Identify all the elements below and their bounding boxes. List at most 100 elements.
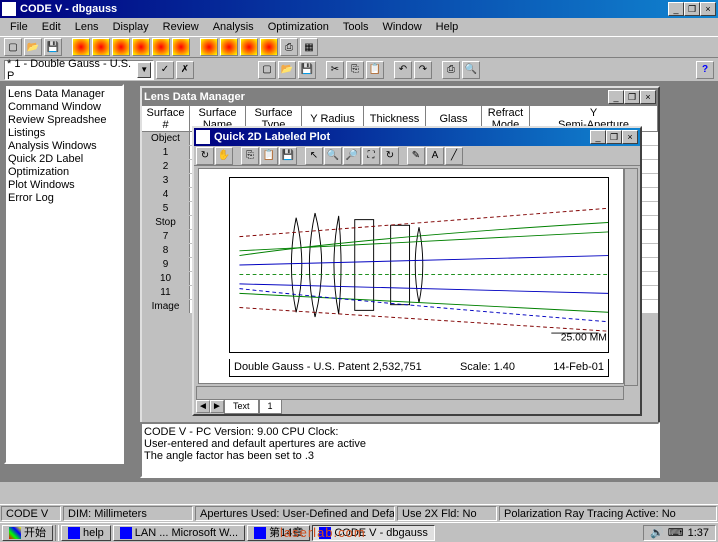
menu-display[interactable]: Display: [107, 20, 155, 34]
paste-icon[interactable]: 📋: [260, 147, 278, 165]
line-icon[interactable]: ╱: [445, 147, 463, 165]
tab-next-icon[interactable]: ►: [210, 400, 224, 413]
minimize-button[interactable]: _: [590, 130, 606, 144]
save-icon[interactable]: 💾: [279, 147, 297, 165]
menu-analysis[interactable]: Analysis: [207, 20, 260, 34]
tb-cut-icon[interactable]: ✂: [326, 61, 344, 79]
tree-item[interactable]: Analysis Windows: [8, 140, 120, 153]
tree-item[interactable]: Plot Windows: [8, 179, 120, 192]
tab-text[interactable]: Text: [224, 400, 259, 414]
tool-open-icon[interactable]: 📂: [24, 38, 42, 56]
status-dim: DIM: Millimeters: [63, 506, 193, 521]
taskbar-item[interactable]: LAN ... Microsoft W...: [113, 525, 245, 541]
tool-opt3-icon[interactable]: [240, 38, 258, 56]
tool-plot5-icon[interactable]: [152, 38, 170, 56]
menu-tools[interactable]: Tools: [337, 20, 375, 34]
mdi-workspace: Lens Data Manager Command Window Review …: [0, 82, 718, 482]
plot-window: Quick 2D Labeled Plot _ ❐ × ↻ ✋ ⎘ 📋 💾 ↖ …: [192, 126, 642, 416]
zoom-fit-icon[interactable]: ⛶: [362, 147, 380, 165]
tb-help-icon[interactable]: ?: [696, 61, 714, 79]
maximize-button[interactable]: ❐: [684, 2, 700, 16]
menu-help[interactable]: Help: [430, 20, 465, 34]
tree-item[interactable]: Error Log: [8, 192, 120, 205]
tool-grid-icon[interactable]: ▦: [300, 38, 318, 56]
tree-item[interactable]: Quick 2D Label: [8, 153, 120, 166]
copy-icon[interactable]: ⎘: [241, 147, 259, 165]
tb-redo-icon[interactable]: ↷: [414, 61, 432, 79]
windows-icon: [9, 527, 21, 539]
tb-paste-icon[interactable]: 📋: [366, 61, 384, 79]
tree-item[interactable]: Listings: [8, 127, 120, 140]
close-button[interactable]: ×: [700, 2, 716, 16]
vertical-scrollbar[interactable]: [624, 168, 638, 386]
maximize-button[interactable]: ❐: [624, 90, 640, 104]
pencil-icon[interactable]: ✎: [407, 147, 425, 165]
tab-prev-icon[interactable]: ◄: [196, 400, 210, 413]
minimize-button[interactable]: _: [668, 2, 684, 16]
menu-review[interactable]: Review: [157, 20, 205, 34]
close-button[interactable]: ×: [622, 130, 638, 144]
refresh-icon[interactable]: ↻: [381, 147, 399, 165]
tb-print-icon[interactable]: ⎙: [442, 61, 460, 79]
zoom-in-icon[interactable]: 🔍: [324, 147, 342, 165]
tb-undo-icon[interactable]: ↶: [394, 61, 412, 79]
tb-copy-icon[interactable]: ⎘: [346, 61, 364, 79]
start-button[interactable]: 开始: [2, 525, 53, 541]
hand-icon[interactable]: ✋: [215, 147, 233, 165]
app-icon: [319, 527, 331, 539]
tree-item[interactable]: Lens Data Manager: [8, 88, 120, 101]
tree-item[interactable]: Command Window: [8, 101, 120, 114]
lens-selector-combo[interactable]: * 1 - Double Gauss - U.S. P ▼: [4, 60, 154, 80]
text-icon[interactable]: A: [426, 147, 444, 165]
col-surface-num[interactable]: Surface #: [142, 106, 190, 131]
tree-item[interactable]: Review Spreadshee: [8, 114, 120, 127]
output-window[interactable]: CODE V - PC Version: 9.00 CPU Clock: Use…: [140, 422, 660, 478]
caption-title: Double Gauss - U.S. Patent 2,532,751: [234, 361, 422, 374]
maximize-button[interactable]: ❐: [606, 130, 622, 144]
tray-icon[interactable]: 🔊: [650, 526, 664, 540]
menu-edit[interactable]: Edit: [36, 20, 67, 34]
taskbar-item-active[interactable]: CODE V - dbgauss: [312, 525, 435, 541]
chevron-down-icon[interactable]: ▼: [137, 62, 151, 78]
tool-x-icon[interactable]: ✗: [176, 61, 194, 79]
tb-save-icon[interactable]: 💾: [298, 61, 316, 79]
tool-plot2-icon[interactable]: [92, 38, 110, 56]
pointer-icon[interactable]: ↖: [305, 147, 323, 165]
horizontal-scrollbar[interactable]: [196, 386, 624, 400]
tool-print-icon[interactable]: ⎙: [280, 38, 298, 56]
minimize-button[interactable]: _: [608, 90, 624, 104]
taskbar-item[interactable]: 第14章: [247, 525, 310, 541]
menu-file[interactable]: File: [4, 20, 34, 34]
tool-opt2-icon[interactable]: [220, 38, 238, 56]
menu-optimization[interactable]: Optimization: [262, 20, 335, 34]
zoom-out-icon[interactable]: 🔎: [343, 147, 361, 165]
app-icon: [254, 527, 266, 539]
tool-plot6-icon[interactable]: [172, 38, 190, 56]
tb-find-icon[interactable]: 🔍: [462, 61, 480, 79]
plot-titlebar[interactable]: Quick 2D Labeled Plot _ ❐ ×: [194, 128, 640, 146]
menu-window[interactable]: Window: [377, 20, 428, 34]
rotate-icon[interactable]: ↻: [196, 147, 214, 165]
menu-lens[interactable]: Lens: [69, 20, 105, 34]
close-button[interactable]: ×: [640, 90, 656, 104]
plot-icon: [196, 130, 210, 144]
lens-titlebar[interactable]: Lens Data Manager _ ❐ ×: [142, 88, 658, 106]
system-tray[interactable]: 🔊 ⌨ 1:37: [643, 525, 716, 541]
app-icon: [120, 527, 132, 539]
tool-new-icon[interactable]: ▢: [4, 38, 22, 56]
tree-item[interactable]: Optimization: [8, 166, 120, 179]
tb-open-icon[interactable]: 📂: [278, 61, 296, 79]
tool-plot1-icon[interactable]: [72, 38, 90, 56]
tray-icon[interactable]: ⌨: [668, 526, 684, 540]
tab-1[interactable]: 1: [259, 400, 282, 414]
tool-plot3-icon[interactable]: [112, 38, 130, 56]
navigator-tree[interactable]: Lens Data Manager Command Window Review …: [4, 84, 124, 464]
tb-new-icon[interactable]: ▢: [258, 61, 276, 79]
tool-opt1-icon[interactable]: [200, 38, 218, 56]
tool-save-icon[interactable]: 💾: [44, 38, 62, 56]
taskbar-item[interactable]: help: [61, 525, 111, 541]
tool-opt4-icon[interactable]: [260, 38, 278, 56]
plot-canvas[interactable]: 25.00 MM Double Gauss - U.S. Patent 2,53…: [198, 168, 624, 384]
tool-plot4-icon[interactable]: [132, 38, 150, 56]
tool-check-icon[interactable]: ✓: [156, 61, 174, 79]
